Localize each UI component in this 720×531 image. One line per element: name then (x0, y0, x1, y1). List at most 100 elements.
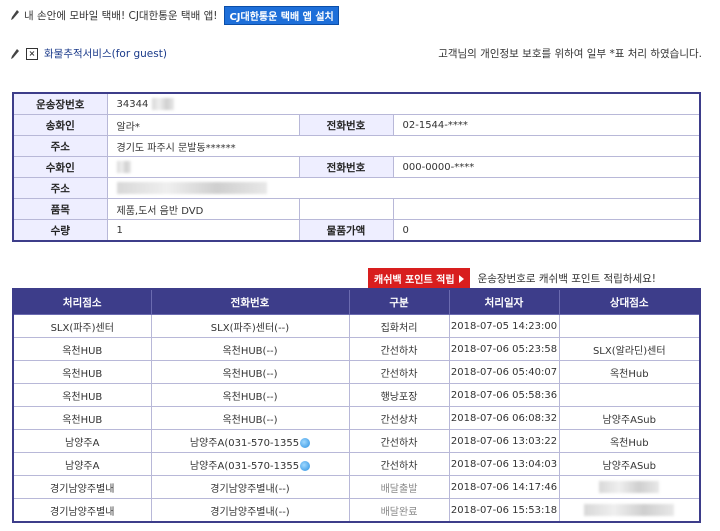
date-cell: 2018-07-05 14:23:00 (448, 314, 560, 338)
price-label: 물품가액 (298, 219, 394, 242)
sender-address-row: 주소 경기도 파주시 문발동****** (12, 135, 701, 157)
status-cell: 배달출발 (348, 475, 450, 499)
cashback-bar: 캐쉬백 포인트 적립 운송장번호로 캐쉬백 포인트 적립하세요! (368, 268, 656, 289)
col-phone: 전화번호 (150, 288, 350, 315)
empty-cell (298, 198, 394, 220)
col-office: 처리점소 (12, 288, 152, 315)
phone-cell: 경기남양주별내(--) (150, 498, 350, 523)
receiver-label: 수화인 (12, 156, 108, 178)
phone-call-icon[interactable] (300, 437, 311, 448)
phone-cell-text: 옥천HUB(--) (222, 414, 278, 426)
status-cell: 간선하차 (348, 429, 450, 453)
receiver-phone-label: 전화번호 (298, 156, 394, 178)
phone-cell-text: 남양주A(031-570-1355 (189, 437, 300, 449)
sender-phone-label: 전화번호 (298, 114, 394, 136)
quantity-value: 1 (106, 219, 300, 242)
pencil-icon (11, 10, 19, 20)
date-cell-text: 2018-07-06 15:53:18 (450, 504, 558, 516)
phone-cell-text: 옥천HUB(--) (222, 368, 278, 380)
receiver-row: 수화인 전화번호 000-0000-**** (12, 156, 701, 178)
redacted-block (599, 481, 660, 493)
receiver-phone-value: 000-0000-**** (392, 156, 701, 178)
office-cell-text: 남양주A (65, 460, 100, 472)
status-cell-text: 간선하차 (380, 437, 418, 449)
office-cell: 남양주A (12, 452, 152, 476)
phone-cell-text: SLX(파주)센터(--) (210, 322, 290, 334)
status-cell-text: 배달완료 (380, 506, 418, 518)
office-cell: 옥천HUB (12, 360, 152, 384)
date-cell: 2018-07-06 05:58:36 (448, 383, 560, 407)
status-cell: 간선하차 (348, 360, 450, 384)
status-cell: 집화처리 (348, 314, 450, 338)
tracking-table: 처리점소 전화번호 구분 처리일자 상대점소 SLX(파주)센터 SLX(파주)센… (12, 288, 701, 523)
receiver-address-value (106, 177, 701, 199)
tracking-header-row: 처리점소 전화번호 구분 처리일자 상대점소 (12, 288, 701, 315)
status-cell-text: 배달출발 (380, 483, 418, 495)
phone-call-icon[interactable] (300, 460, 311, 471)
col-status: 구분 (348, 288, 450, 315)
office-cell: 남양주A (12, 429, 152, 453)
partner-cell-text: 남양주ASub (602, 460, 656, 472)
item-row: 품목 제품,도서 음반 DVD (12, 198, 701, 220)
date-cell-text: 2018-07-06 06:08:32 (450, 412, 558, 424)
empty-cell (392, 198, 701, 220)
partner-cell (558, 383, 701, 407)
sender-phone-value: 02-1544-**** (392, 114, 701, 136)
date-cell-text: 2018-07-06 13:04:03 (450, 458, 558, 470)
phone-cell: SLX(파주)센터(--) (150, 314, 350, 338)
cashback-button-label: 캐쉬백 포인트 적립 (374, 275, 455, 286)
status-cell-text: 간선하차 (380, 460, 418, 472)
status-cell-text: 집화처리 (380, 322, 418, 334)
sender-address-value: 경기도 파주시 문발동****** (106, 135, 701, 157)
status-cell: 간선상차 (348, 406, 450, 430)
table-row: 옥천HUB 옥천HUB(--) 간선상차 2018-07-06 06:08:32 남양주… (12, 406, 701, 430)
redacted-block (116, 161, 131, 173)
cashback-button[interactable]: 캐쉬백 포인트 적립 (368, 268, 470, 289)
guest-tracking-header: × 화물추적서비스(for guest) 고객님의 개인정보 보호를 위하여 일… (10, 46, 710, 66)
office-cell-text: 옥천HUB (62, 414, 103, 426)
partner-cell: SLX(알라딘)센터 (558, 337, 701, 361)
pencil-icon (11, 48, 19, 59)
partner-cell (558, 314, 701, 338)
status-cell: 간선하차 (348, 452, 450, 476)
item-label: 품목 (12, 198, 108, 220)
table-row: 옥천HUB 옥천HUB(--) 간선하차 2018-07-06 05:23:58 SLX… (12, 337, 701, 361)
phone-cell: 남양주A(031-570-1355 (150, 452, 350, 476)
phone-cell-text: 옥천HUB(--) (222, 391, 278, 403)
status-cell-text: 행낭포장 (380, 391, 418, 403)
status-cell-text: 간선상차 (380, 414, 418, 426)
office-cell-text: 옥천HUB (62, 345, 103, 357)
partner-cell: 남양주ASub (558, 406, 701, 430)
table-row: 경기남양주별내 경기남양주별내(--) 배달출발 2018-07-06 14:17:4… (12, 475, 701, 499)
office-cell: SLX(파주)센터 (12, 314, 152, 338)
office-cell: 경기남양주별내 (12, 498, 152, 523)
mobile-app-banner: 내 손안에 모바일 택배! CJ대한통운 택배 앱! CJ대한통운 택배 앱 설… (10, 5, 339, 25)
phone-cell: 옥천HUB(--) (150, 406, 350, 430)
office-cell-text: 옥천HUB (62, 368, 103, 380)
col-date: 처리일자 (448, 288, 560, 315)
partner-cell (558, 498, 701, 523)
redacted-block (584, 504, 675, 516)
waybill-cell: 34344 (106, 92, 701, 115)
table-row: 옥천HUB 옥천HUB(--) 행낭포장 2018-07-06 05:58:36 (12, 383, 701, 407)
waybill-row: 운송장번호 34344 (12, 92, 701, 115)
date-cell: 2018-07-06 13:04:03 (448, 452, 560, 476)
office-cell-text: 남양주A (65, 437, 100, 449)
waybill-value: 34344 (116, 99, 149, 110)
close-box-icon: × (26, 47, 38, 60)
install-app-button[interactable]: CJ대한통운 택배 앱 설치 (224, 5, 339, 25)
date-cell-text: 2018-07-06 05:23:58 (450, 343, 558, 355)
phone-cell: 남양주A(031-570-1355 (150, 429, 350, 453)
date-cell: 2018-07-06 05:23:58 (448, 337, 560, 361)
cashback-text: 운송장번호로 캐쉬백 포인트 적립하세요! (477, 273, 657, 285)
price-value: 0 (392, 219, 701, 242)
office-cell-text: SLX(파주)센터 (50, 322, 114, 334)
sender-address-label: 주소 (12, 135, 108, 157)
partner-cell-text: 남양주ASub (602, 414, 656, 426)
partner-cell-text: 옥천Hub (609, 368, 649, 380)
date-cell: 2018-07-06 14:17:46 (448, 475, 560, 499)
date-cell-text: 2018-07-06 13:03:22 (450, 435, 558, 447)
quantity-label: 수량 (12, 219, 108, 242)
table-row: 옥천HUB 옥천HUB(--) 간선하차 2018-07-06 05:40:07 옥천H… (12, 360, 701, 384)
phone-cell-text: 경기남양주별내(--) (210, 506, 290, 518)
